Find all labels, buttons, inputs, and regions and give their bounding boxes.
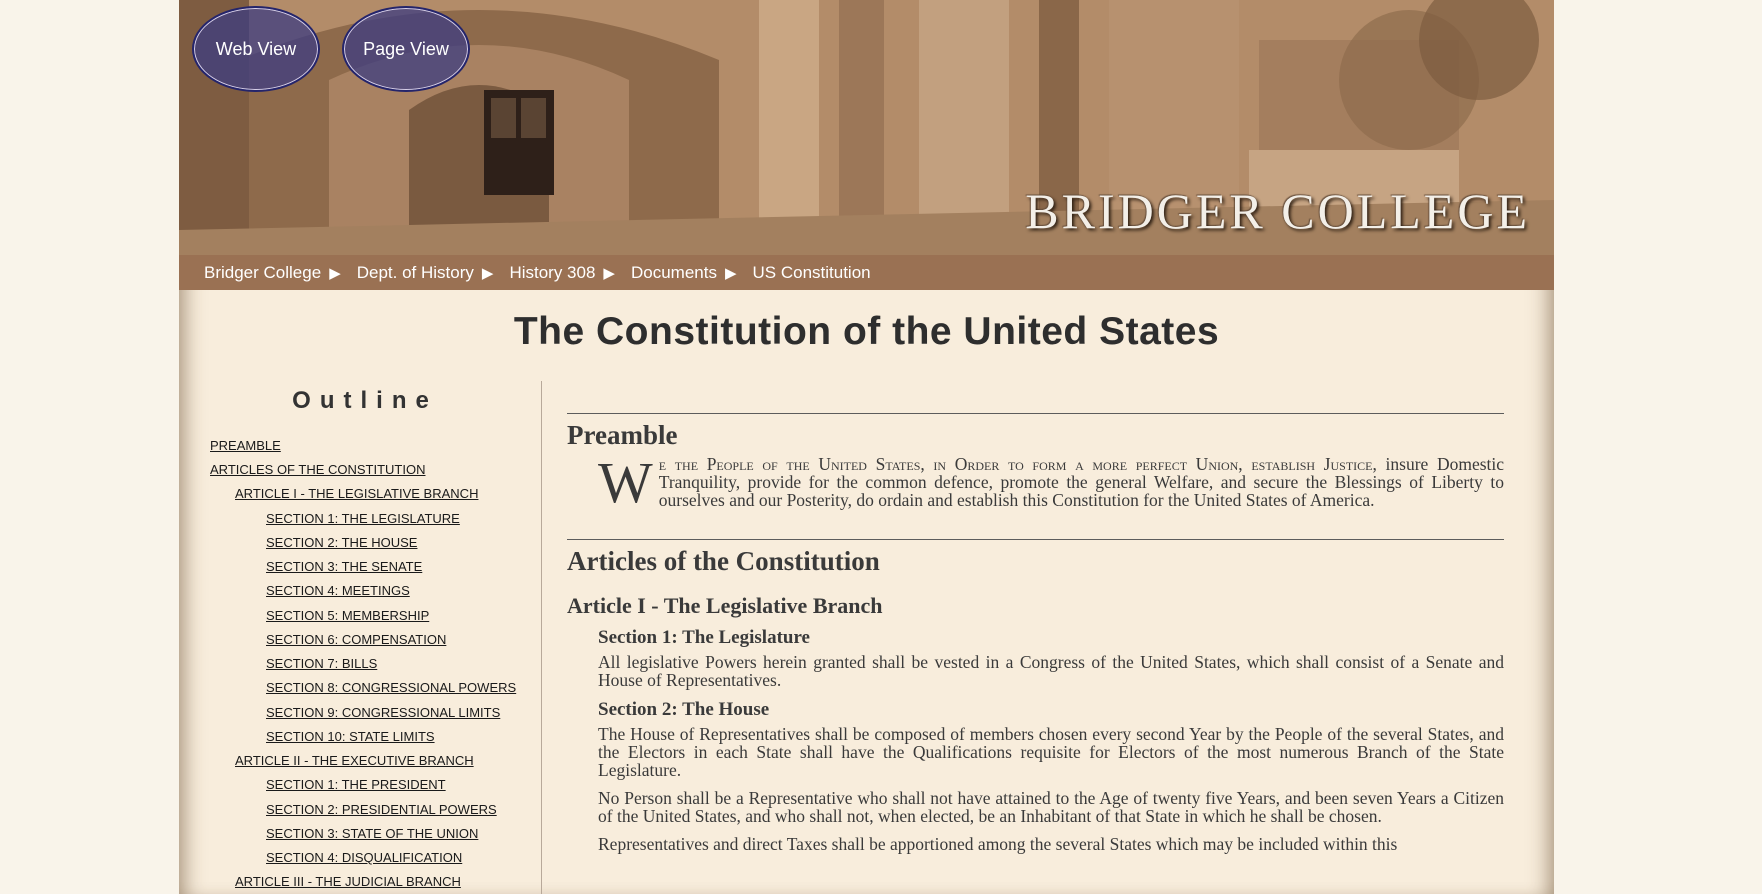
outline-link-article-1[interactable]: Article I - The Legislative Branch (235, 486, 478, 501)
outline-link-preamble[interactable]: Preamble (210, 438, 281, 453)
breadcrumb-separator-icon: ▶ (329, 264, 341, 282)
section-2-paragraph: No Person shall be a Representative who … (598, 788, 1504, 826)
outline-link-article-2[interactable]: Article II - The Executive Branch (235, 753, 474, 768)
main-content: Preamble W e the People of the United St… (567, 380, 1504, 853)
page-view-button[interactable]: Page View (342, 6, 470, 92)
section-1-text: All legislative Powers herein granted sh… (598, 652, 1504, 690)
sidebar-divider (541, 381, 542, 894)
section-rule (567, 413, 1504, 414)
breadcrumb: Bridger College ▶ Dept. of History ▶ His… (179, 255, 1554, 290)
breadcrumb-history-308[interactable]: History 308 (509, 263, 595, 283)
outline-link-article-3[interactable]: Article III - The Judicial Branch (235, 874, 461, 889)
page-title: The Constitution of the United States (513, 310, 1220, 353)
outline-link-a1-s9[interactable]: Section 9: Congressional Limits (266, 705, 500, 720)
breadcrumb-bridger-college[interactable]: Bridger College (204, 263, 321, 283)
outline-link-a2-s2[interactable]: Section 2: Presidential Powers (266, 802, 497, 817)
breadcrumb-dept-history[interactable]: Dept. of History (357, 263, 474, 283)
breadcrumb-documents[interactable]: Documents (631, 263, 717, 283)
preamble-lead: e the People of the United States, in Or… (658, 454, 1377, 474)
outline-link-a1-s2[interactable]: Section 2: The House (266, 535, 417, 550)
outline-link-a2-s3[interactable]: Section 3: State of the Union (266, 826, 478, 841)
outline-link-a1-s4[interactable]: Section 4: Meetings (266, 583, 410, 598)
outline-link-a1-s8[interactable]: Section 8: Congressional Powers (266, 680, 516, 695)
preamble-text: W e the People of the United States, in … (598, 450, 1504, 515)
section-rule (567, 539, 1504, 540)
outline-link-a1-s3[interactable]: Section 3: The Senate (266, 559, 422, 574)
outline-link-articles[interactable]: Articles of the Constitution (210, 462, 425, 477)
article-1-heading: Article I - The Legislative Branch (567, 593, 883, 618)
articles-heading: Articles of the Constitution (567, 546, 880, 576)
preamble-heading: Preamble (567, 420, 678, 450)
outline-sidebar: Outline Preamble Articles of the Constit… (179, 380, 541, 889)
section-1-heading: Section 1: The Legislature (598, 627, 810, 648)
outline-link-a2-s4[interactable]: Section 4: Disqualification (266, 850, 462, 865)
outline-link-a1-s7[interactable]: Section 7: Bills (266, 656, 377, 671)
section-2-paragraph: The House of Representatives shall be co… (598, 724, 1504, 780)
outline-heading: Outline (292, 387, 438, 414)
breadcrumb-separator-icon: ▶ (724, 264, 737, 282)
breadcrumb-separator-icon: ▶ (603, 264, 615, 282)
outline-link-a1-s1[interactable]: Section 1: The Legislature (266, 511, 460, 526)
web-view-button[interactable]: Web View (192, 6, 320, 92)
outline-link-a2-s1[interactable]: Section 1: The President (266, 777, 446, 792)
breadcrumb-us-constitution[interactable]: US Constitution (753, 263, 871, 283)
section-2-paragraph: Representatives and direct Taxes shall b… (598, 834, 1398, 854)
outline-link-a1-s6[interactable]: Section 6: Compensation (266, 632, 446, 647)
outline-link-a1-s10[interactable]: Section 10: State Limits (266, 729, 435, 744)
breadcrumb-separator-icon: ▶ (481, 264, 494, 282)
preamble-dropcap: W (598, 450, 653, 515)
page-container: BRIDGER COLLEGE Web View Page View Bridg… (179, 0, 1554, 894)
section-2-heading: Section 2: The House (598, 699, 770, 720)
article-1-body: Section 1: The Legislature All legislati… (598, 627, 1504, 853)
college-name: BRIDGER COLLEGE (1025, 183, 1530, 239)
outline-link-a1-s5[interactable]: Section 5: Membership (266, 608, 429, 623)
